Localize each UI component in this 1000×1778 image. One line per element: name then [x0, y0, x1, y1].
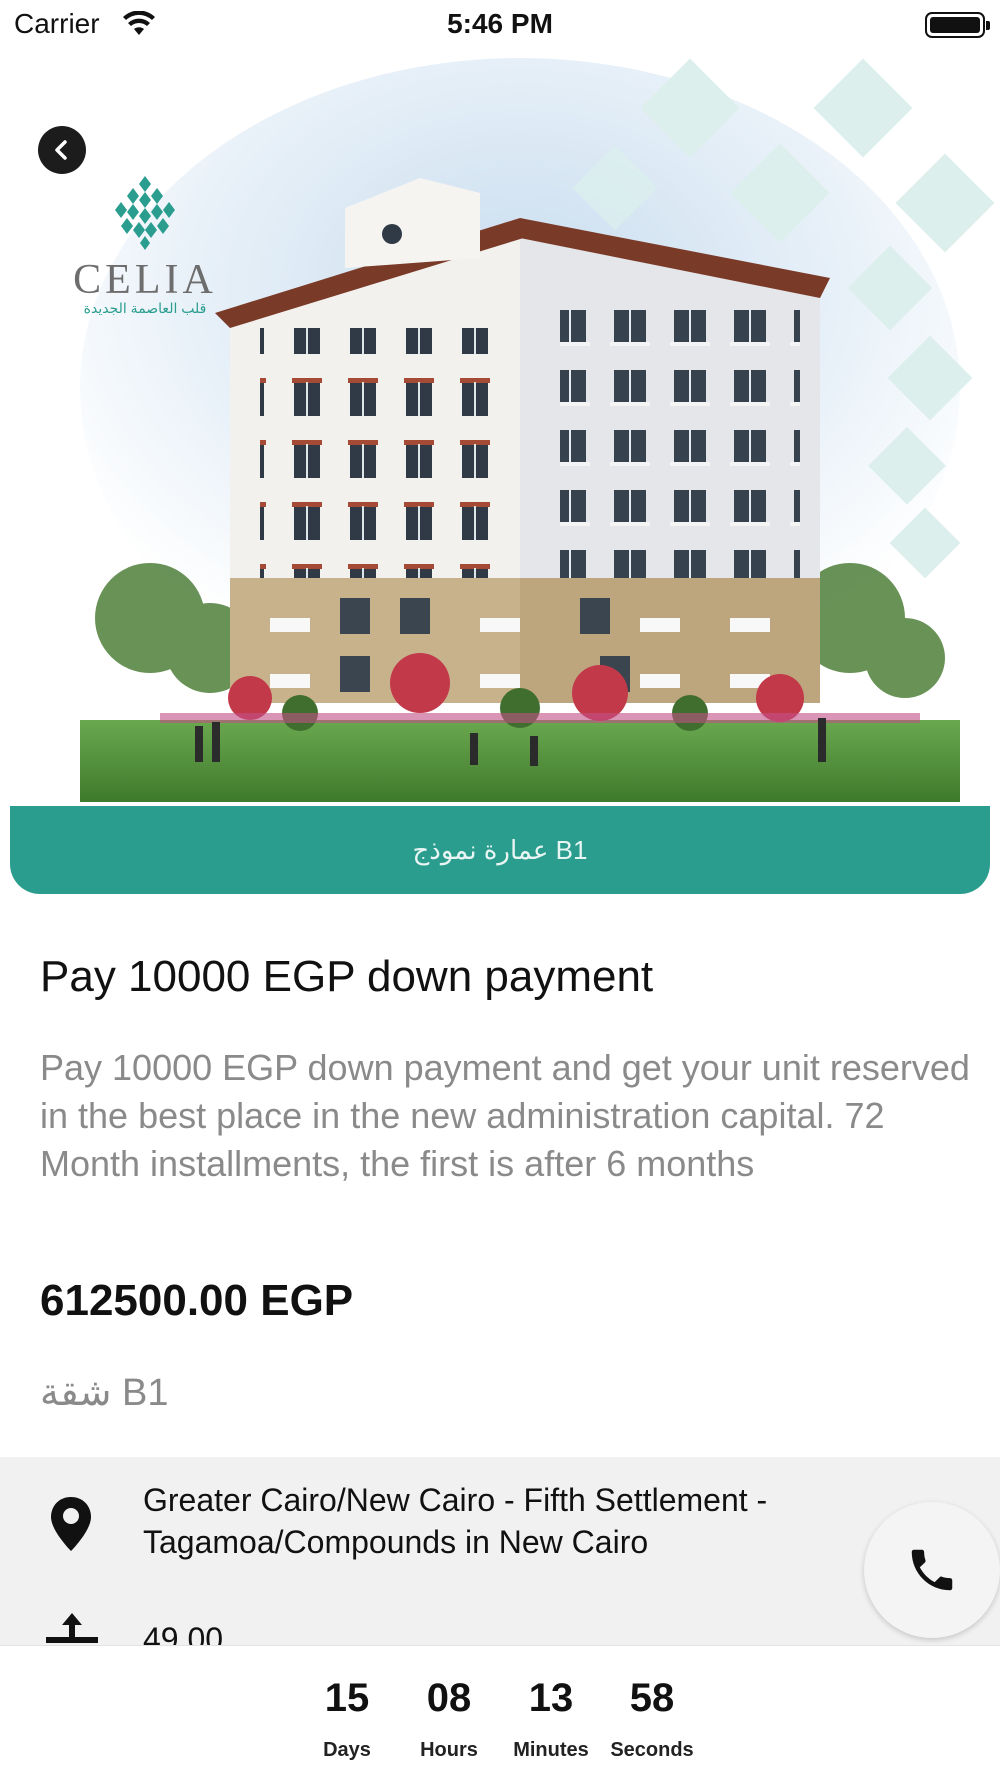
- building-label-banner: عمارة نموذج B1: [10, 806, 990, 894]
- building-illustration: [80, 58, 995, 802]
- logo-wordmark: CELIA: [73, 257, 217, 303]
- hero-image: CELIA قلب العاصمة الجديدة: [0, 58, 1000, 802]
- countdown-minutes: 13 Minutes: [496, 1676, 606, 1762]
- status-bar: Carrier 5:46 PM: [0, 0, 1000, 52]
- countdown-bar: 15 Days 08 Hours 13 Minutes 58 Seconds: [0, 1645, 1000, 1778]
- unit-price: 612500.00 EGP: [40, 1276, 354, 1325]
- countdown-seconds-value: 58: [629, 1676, 675, 1720]
- logo-subtitle: قلب العاصمة الجديدة: [83, 300, 207, 316]
- status-time: 5:46 PM: [447, 8, 553, 39]
- unit-info-panel: Greater Cairo/New Cairo - Fifth Settleme…: [0, 1457, 1000, 1645]
- logo-mark: [115, 176, 175, 250]
- area-icon: [46, 1613, 98, 1643]
- countdown-minutes-value: 13: [528, 1676, 574, 1720]
- location-pin-icon: [51, 1497, 91, 1551]
- countdown-seconds: 58 Seconds: [597, 1676, 707, 1762]
- back-button[interactable]: [38, 126, 86, 174]
- countdown-hours-label: Hours: [420, 1739, 478, 1761]
- celia-logo: CELIA قلب العاصمة الجديدة: [70, 176, 220, 316]
- countdown-days: 15 Days: [292, 1676, 402, 1762]
- offer-description: Pay 10000 EGP down payment and get your …: [40, 1047, 970, 1184]
- back-icon: [55, 140, 67, 160]
- countdown-hours-value: 08: [426, 1676, 472, 1720]
- battery-icon: [925, 12, 990, 38]
- unit-name: شقة B1: [40, 1372, 169, 1414]
- location-text: Greater Cairo/New Cairo - Fifth Settleme…: [143, 1482, 768, 1560]
- countdown-minutes-label: Minutes: [513, 1739, 589, 1761]
- offer-title: Pay 10000 EGP down payment: [40, 952, 654, 1001]
- phone-icon: [911, 1549, 953, 1591]
- call-button[interactable]: [864, 1502, 1000, 1638]
- countdown-days-label: Days: [323, 1739, 371, 1761]
- countdown-days-value: 15: [324, 1676, 370, 1720]
- countdown-hours: 08 Hours: [394, 1676, 504, 1762]
- area-value: 49.00: [143, 1621, 224, 1645]
- countdown-seconds-label: Seconds: [610, 1739, 694, 1761]
